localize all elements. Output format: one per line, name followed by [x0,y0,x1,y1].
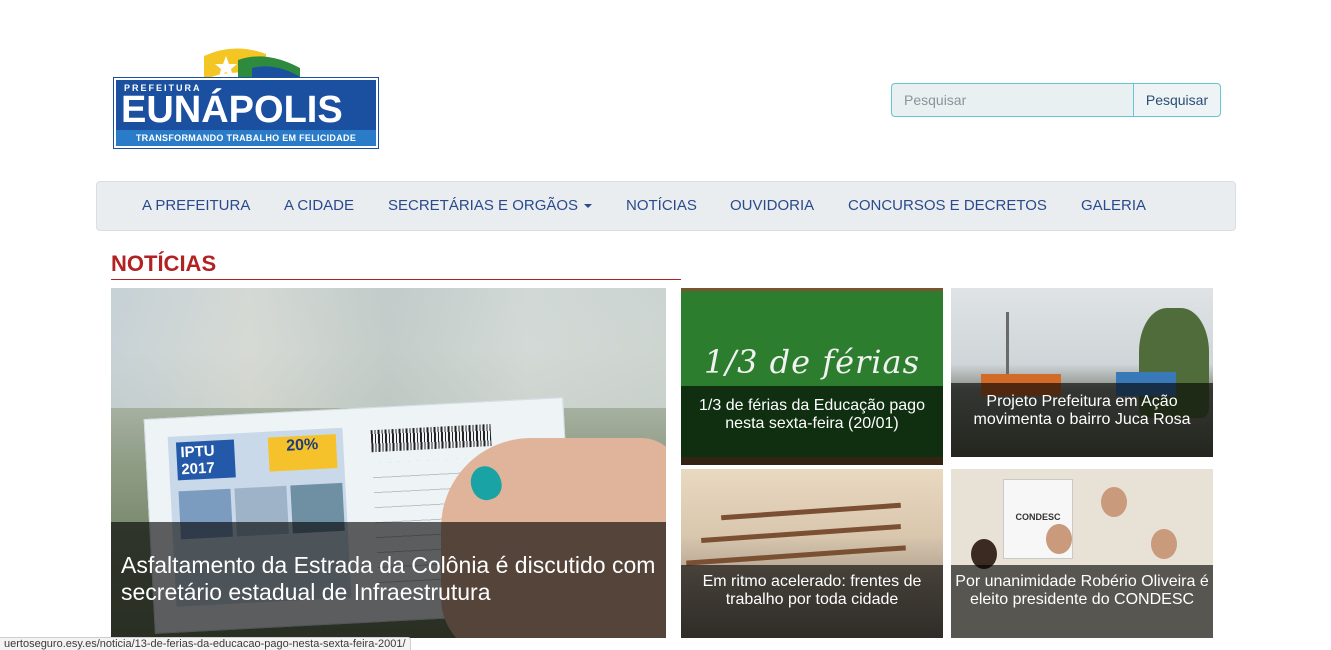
news-caption-condesc: Por unanimidade Robério Oliveira é eleit… [951,565,1213,638]
caret-down-icon [584,204,593,209]
ticket-discount-label: 20% [267,434,338,472]
nav-item-cidade[interactable]: A CIDADE [284,182,354,230]
search-input[interactable] [891,83,1133,117]
main-navbar: A PREFEITURA A CIDADE SECRETÁRIAS E ORGÃ… [96,181,1236,231]
plank-graphic [721,502,901,521]
nav-item-galeria[interactable]: GALERIA [1081,182,1146,230]
news-card-frentes-trabalho[interactable]: Em ritmo acelerado: frentes de trabalho … [681,469,943,638]
featured-background-blur [111,288,666,408]
logo-city-name: EUNÁPOLIS [121,89,343,131]
link-preview-statusbar: uertoseguro.esy.es/noticia/13-de-ferias-… [0,637,411,650]
nav-item-noticias[interactable]: NOTÍCIAS [626,182,697,230]
plank-graphic [701,524,901,543]
section-title-noticias[interactable]: NOTÍCIAS [111,251,216,277]
person-graphic [1046,524,1072,554]
featured-news-card[interactable]: IPTU 2017 20% Asfaltamento da Estrada da… [111,288,666,638]
logo-slogan: TRANSFORMANDO TRABALHO EM FELICIDADE [116,130,376,146]
news-caption-juca-rosa: Projeto Prefeitura em Ação movimenta o b… [951,383,1213,457]
nav-item-ouvidoria[interactable]: OUVIDORIA [730,182,814,230]
condesc-banner-text: CONDESC [1015,512,1061,522]
nav-item-concursos[interactable]: CONCURSOS E DECRETOS [848,182,1047,230]
news-card-condesc[interactable]: CONDESC Por unanimidade Robério Oliveira… [951,469,1213,638]
plank-graphic [686,545,906,566]
person-graphic [1101,487,1127,517]
ticket-iptu-label: IPTU 2017 [175,439,236,481]
search-form: Pesquisar [891,83,1221,117]
nav-item-secretarias-label: SECRETÁRIAS E ORGÃOS [388,197,579,214]
nav-item-prefeitura[interactable]: A PREFEITURA [142,182,250,230]
news-card-juca-rosa[interactable]: Projeto Prefeitura em Ação movimenta o b… [951,288,1213,457]
news-card-ferias[interactable]: 1/3 de férias 1/3 de férias da Educação … [681,288,943,465]
section-divider [111,279,681,280]
featured-news-caption: Asfaltamento da Estrada da Colônia é dis… [111,522,666,638]
search-button[interactable]: Pesquisar [1133,83,1221,117]
barcode-graphic [370,423,492,453]
news-caption-ferias: 1/3 de férias da Educação pago nesta sex… [681,386,943,465]
logo-plate: PREFEITURA EUNÁPOLIS TRANSFORMANDO TRABA… [113,77,379,149]
nav-item-secretarias-dropdown[interactable]: SECRETÁRIAS E ORGÃOS [388,182,593,230]
person-graphic [1151,529,1177,559]
site-logo[interactable]: PREFEITURA EUNÁPOLIS TRANSFORMANDO TRABA… [113,46,379,149]
news-caption-frentes-trabalho: Em ritmo acelerado: frentes de trabalho … [681,565,943,638]
chalkboard-text: 1/3 de férias [703,343,921,381]
